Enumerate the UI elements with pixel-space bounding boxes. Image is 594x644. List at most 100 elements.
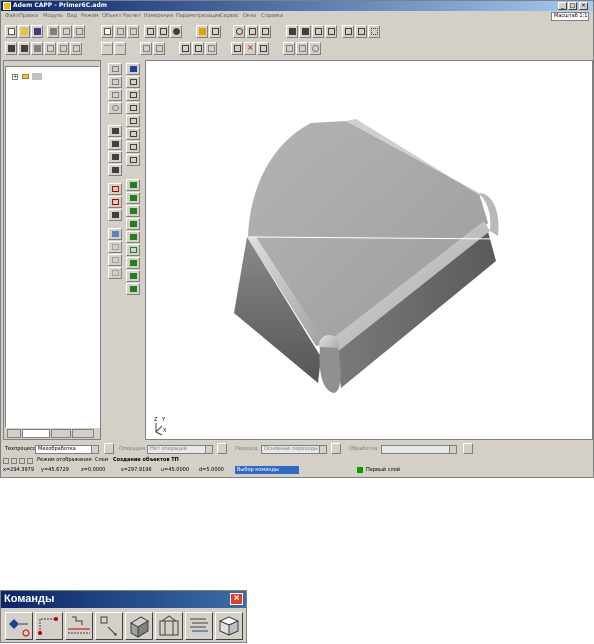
menu-edit[interactable]: Правка [19,13,38,19]
model-viewport[interactable]: Z Y X [145,60,593,440]
text-icon[interactable] [108,209,122,221]
part-icon[interactable] [325,25,337,38]
layout-icon[interactable] [157,25,169,38]
project-tree[interactable]: + [5,66,100,428]
menu-module[interactable]: Модуль [43,13,63,19]
open-file-button[interactable] [18,25,30,38]
tab-prev-button[interactable] [11,458,17,464]
copy-obj-icon[interactable] [257,42,269,55]
drill-icon[interactable] [299,25,311,38]
tree-tab-3[interactable] [51,429,71,438]
extrude-cmd-button[interactable] [125,612,153,640]
key-icon[interactable] [196,25,208,38]
print-button[interactable] [47,25,59,38]
op-pocket-icon[interactable] [126,218,140,230]
tool-props-button[interactable] [463,443,473,454]
save-view-icon[interactable] [31,42,43,55]
shell-icon[interactable] [126,141,140,153]
tab-display-mode[interactable]: Режим отображения [37,457,92,463]
tab-first-button[interactable] [3,458,9,464]
save-button[interactable] [31,25,43,38]
sketch-icon[interactable] [342,25,354,38]
view-zoom-icon[interactable] [205,42,217,55]
tree-tab-4[interactable] [72,429,94,438]
box-icon[interactable] [126,154,140,166]
note-icon[interactable] [108,254,122,266]
grid-icon[interactable] [368,25,380,38]
sweep-cmd-button[interactable] [95,612,123,640]
process-props-button[interactable] [104,443,114,454]
doc-icon[interactable] [70,42,82,55]
redo-icon[interactable] [114,42,126,55]
commands-panel-titlebar[interactable]: Команды × [1,591,246,608]
list-icon[interactable] [296,42,308,55]
rotate-icon[interactable] [259,25,271,38]
contour-icon[interactable] [126,76,140,88]
op-drilling-icon[interactable] [126,205,140,217]
menu-param[interactable]: Параметризация [176,13,221,19]
extrude-icon[interactable] [126,115,140,127]
menu-measure[interactable]: Измерения [144,13,173,19]
tree-expander[interactable]: + [12,74,18,80]
box-cmd-button[interactable] [215,612,243,640]
copy-button[interactable] [73,25,85,38]
profile-icon[interactable] [126,89,140,101]
settings-icon[interactable] [309,42,321,55]
undo-icon[interactable] [101,42,113,55]
tab-create-objects[interactable]: Создание объектов ТП [113,457,179,463]
view-front-icon[interactable] [140,42,152,55]
arc-icon[interactable] [108,89,122,101]
filter-icon[interactable] [108,267,122,279]
new-doc-button[interactable] [101,25,113,38]
menu-calc[interactable]: Расчет [123,13,141,19]
camera-icon[interactable] [18,42,30,55]
tab-last-button[interactable] [27,458,33,464]
tree-tab-1[interactable] [7,429,21,438]
view-iso-icon[interactable] [179,42,191,55]
maximize-button[interactable]: □ [568,2,577,10]
op-turning-icon[interactable] [126,179,140,191]
profile-cmd-button[interactable] [65,612,93,640]
view-top-icon[interactable] [153,42,165,55]
revolve-cmd-button[interactable] [155,612,183,640]
close-button[interactable]: × [579,2,588,10]
stop-icon[interactable] [170,25,182,38]
process-select[interactable]: Мехобработка [35,445,99,454]
revolve-icon[interactable] [126,128,140,140]
commands-panel-close-button[interactable]: × [230,593,243,605]
tab-next-button[interactable] [19,458,25,464]
frame-icon[interactable] [144,25,156,38]
tab-layers[interactable]: Слои [95,457,108,463]
fillet-icon[interactable] [108,138,122,150]
menu-object[interactable]: Объект [102,13,122,19]
menu-help[interactable]: Справка [261,13,283,19]
tree-tab-2[interactable] [22,429,50,438]
contour-cmd-button[interactable] [35,612,63,640]
axis-icon[interactable] [126,63,140,75]
op-axis-icon[interactable] [126,283,140,295]
view-fit-icon[interactable] [192,42,204,55]
menu-mode[interactable]: Режим [81,13,99,19]
cube-icon[interactable] [312,25,324,38]
line-icon[interactable] [108,76,122,88]
dim-icon[interactable] [108,241,122,253]
menu-service[interactable]: Сервис [220,13,239,19]
pan-icon[interactable] [246,25,258,38]
zoom-icon[interactable] [233,25,245,38]
axis-point-cmd-button[interactable] [5,612,33,640]
menu-window[interactable]: Окно [243,13,256,19]
op-contour-icon[interactable] [126,231,140,243]
op-surface-icon[interactable] [126,244,140,256]
transition-props-button[interactable] [331,443,341,454]
menu-file[interactable]: Файл [5,13,19,19]
operation-select[interactable]: Нет операций [147,445,213,454]
shell-cmd-button[interactable] [185,612,213,640]
transition-select[interactable]: Основные переходы [261,445,327,454]
operation-props-button[interactable] [217,443,227,454]
layers-icon[interactable] [5,42,17,55]
move-icon[interactable] [108,196,122,208]
new-file-button[interactable] [5,25,17,38]
export-icon[interactable] [44,42,56,55]
op-milling-icon[interactable] [126,192,140,204]
point-icon[interactable] [108,63,122,75]
